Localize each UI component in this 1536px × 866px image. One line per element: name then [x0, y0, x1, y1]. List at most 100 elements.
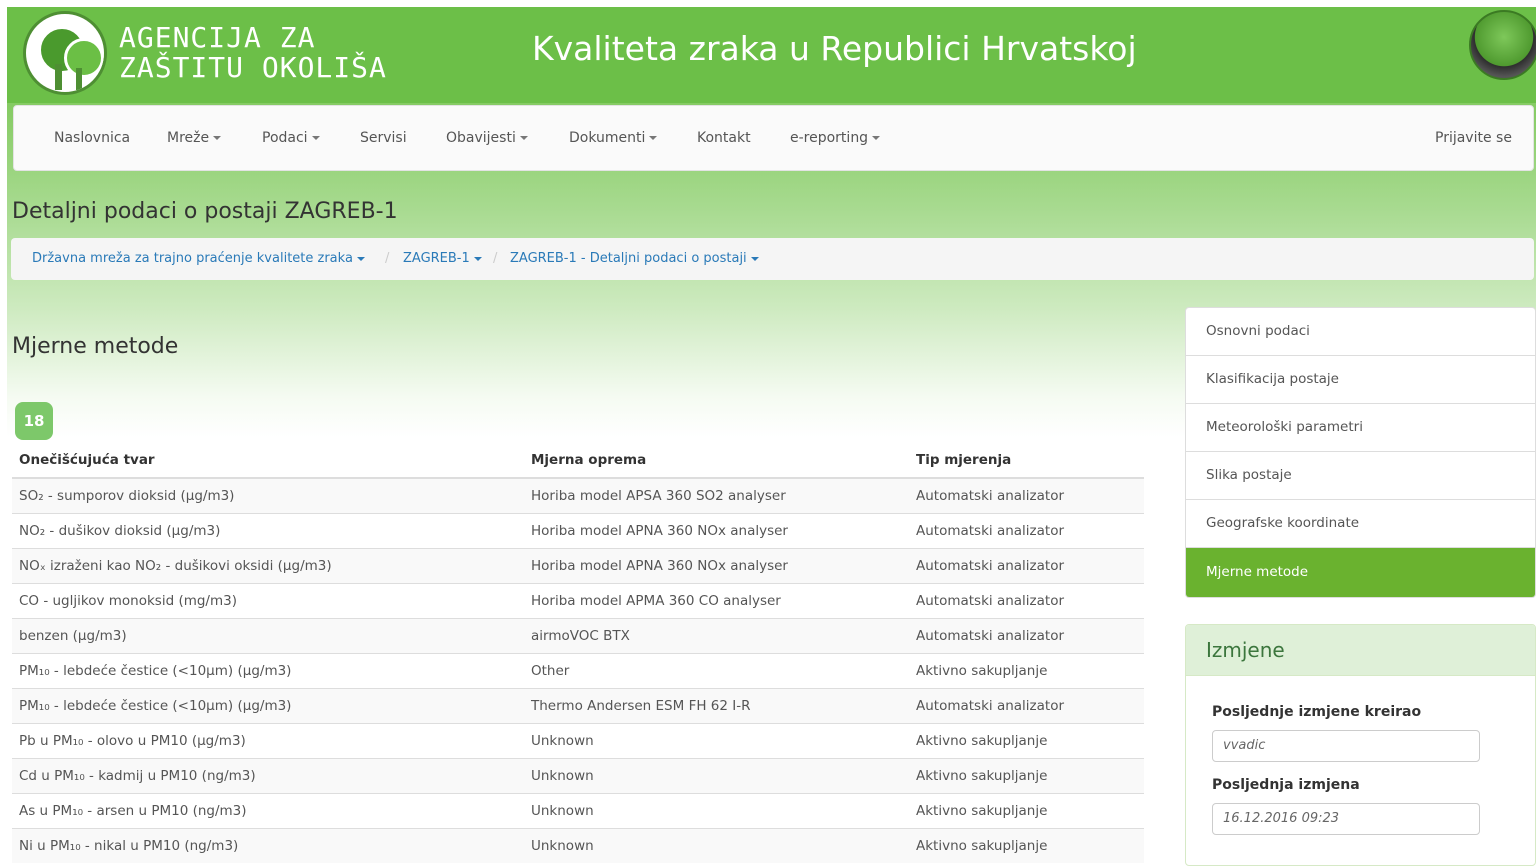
methods-table-body: SO₂ - sumporov dioksid (μg/m3) Horiba mod… [12, 477, 1144, 863]
cell-measurement-type: Automatski analizator [909, 548, 1144, 584]
nav-label: Servisi [360, 130, 407, 146]
cell-equipment: Other [524, 653, 909, 689]
breadcrumb-station[interactable]: ZAGREB-1 [403, 251, 482, 266]
breadcrumb: Državna mreža za trajno praćenje kvalite… [11, 238, 1534, 280]
cell-equipment: Unknown [524, 828, 909, 863]
last-change-field: 16.12.2016 09:23 [1212, 803, 1480, 835]
table-row: NO₂ - dušikov dioksid (μg/m3) Horiba mode… [12, 513, 1144, 549]
agency-logo-icon[interactable] [23, 11, 107, 95]
cell-measurement-type: Automatski analizator [909, 618, 1144, 654]
breadcrumb-separator: / [385, 251, 390, 266]
cell-pollutant: CO - ugljikov monoksid (mg/m3) [12, 583, 524, 619]
cell-measurement-type: Automatski analizator [909, 513, 1144, 549]
cell-pollutant: NO₂ - dušikov dioksid (μg/m3) [12, 513, 524, 549]
cell-equipment: Horiba model APSA 360 SO2 analyser [524, 477, 909, 514]
created-by-label: Posljednje izmjene kreirao [1212, 704, 1422, 720]
nav-mreze[interactable]: Mreže [167, 130, 222, 146]
caret-down-icon [519, 136, 528, 140]
side-menu-osnovni-podaci[interactable]: Osnovni podaci [1186, 308, 1535, 356]
cell-pollutant: Ni u PM₁₀ - nikal u PM10 (ng/m3) [12, 828, 524, 863]
cell-equipment: Horiba model APMA 360 CO analyser [524, 583, 909, 619]
nav-naslovnica[interactable]: Naslovnica [54, 130, 130, 146]
station-side-menu: Osnovni podaci Klasifikacija postaje Met… [1185, 307, 1536, 598]
cell-equipment: airmoVOC BTX [524, 618, 909, 654]
logo-trunk [55, 64, 62, 90]
side-menu-koordinate[interactable]: Geografske koordinate [1186, 500, 1535, 548]
cell-equipment: Thermo Andersen ESM FH 62 I-R [524, 688, 909, 724]
caret-down-icon [473, 256, 482, 261]
globe-icon [1469, 10, 1536, 80]
caret-down-icon [872, 136, 881, 140]
breadcrumb-network[interactable]: Državna mreža za trajno praćenje kvalite… [32, 251, 365, 266]
table-row: As u PM₁₀ - arsen u PM10 (ng/m3) Unknown A… [12, 793, 1144, 829]
table-row: PM₁₀ - lebdeće čestice (<10μm) (μg/m3) Ot… [12, 653, 1144, 689]
column-header-equipment[interactable]: Mjerna oprema [524, 443, 909, 479]
cell-measurement-type: Aktivno sakupljanje [909, 758, 1144, 794]
cell-measurement-type: Aktivno sakupljanje [909, 828, 1144, 863]
cell-measurement-type: Automatski analizator [909, 583, 1144, 619]
side-menu-klasifikacija[interactable]: Klasifikacija postaje [1186, 356, 1535, 404]
nav-podaci[interactable]: Podaci [262, 130, 320, 146]
table-row: NOₓ izraženi kao NO₂ - dušikovi oksidi (… [12, 548, 1144, 584]
cell-pollutant: Cd u PM₁₀ - kadmij u PM10 (ng/m3) [12, 758, 524, 794]
cell-pollutant: As u PM₁₀ - arsen u PM10 (ng/m3) [12, 793, 524, 829]
column-header-pollutant[interactable]: Onečišćujuća tvar [12, 443, 524, 479]
cell-pollutant: SO₂ - sumporov dioksid (μg/m3) [12, 477, 524, 514]
table-header-row: Onečišćujuća tvar Mjerna oprema Tip mjer… [12, 443, 1144, 479]
breadcrumb-label: ZAGREB-1 [403, 251, 470, 266]
site-header: AGENCIJA ZA ZAŠTITU OKOLIŠA Kvaliteta zr… [7, 7, 1536, 103]
cell-measurement-type: Aktivno sakupljanje [909, 793, 1144, 829]
table-row: Cd u PM₁₀ - kadmij u PM10 (ng/m3) Unknown… [12, 758, 1144, 794]
login-link[interactable]: Prijavite se [1435, 130, 1512, 146]
breadcrumb-station-details[interactable]: ZAGREB-1 - Detaljni podaci o postaji [510, 251, 759, 266]
cell-pollutant: Pb u PM₁₀ - olovo u PM10 (μg/m3) [12, 723, 524, 759]
table-row: SO₂ - sumporov dioksid (μg/m3) Horiba mod… [12, 477, 1144, 514]
changes-panel: Izmjene Posljednje izmjene kreirao vvadi… [1185, 624, 1536, 866]
page-title: Detaljni podaci o postaji ZAGREB-1 [12, 199, 398, 224]
cell-equipment: Unknown [524, 793, 909, 829]
nav-label: Naslovnica [54, 130, 131, 146]
agency-name[interactable]: AGENCIJA ZA ZAŠTITU OKOLIŠA [119, 23, 387, 83]
cell-equipment: Horiba model APNA 360 NOx analyser [524, 548, 909, 584]
logo-tree-icon [64, 38, 104, 78]
cell-measurement-type: Automatski analizator [909, 477, 1144, 514]
last-change-label: Posljednja izmjena [1212, 777, 1360, 793]
nav-label: Obavijesti [446, 130, 516, 146]
side-menu-meteoroloski[interactable]: Meteorološki parametri [1186, 404, 1535, 452]
main-navbar: Naslovnica Mreže Podaci Servisi Obavijes… [13, 105, 1534, 171]
cell-pollutant: NOₓ izraženi kao NO₂ - dušikovi oksidi (… [12, 548, 524, 584]
nav-label: Kontakt [697, 130, 751, 146]
nav-e-reporting[interactable]: e-reporting [790, 130, 881, 146]
cell-equipment: Unknown [524, 723, 909, 759]
cell-pollutant: PM₁₀ - lebdeće čestice (<10μm) (μg/m3) [12, 653, 524, 689]
cell-equipment: Unknown [524, 758, 909, 794]
site-title: Kvaliteta zraka u Republici Hrvatskoj [532, 29, 1137, 68]
nav-label: e-reporting [790, 130, 869, 146]
cell-pollutant: PM₁₀ - lebdeće čestice (<10μm) (μg/m3) [12, 688, 524, 724]
column-header-measurement-type[interactable]: Tip mjerenja [909, 443, 1144, 479]
cell-measurement-type: Aktivno sakupljanje [909, 723, 1144, 759]
table-row: PM₁₀ - lebdeće čestice (<10μm) (μg/m3) Th… [12, 688, 1144, 724]
agency-name-line2: ZAŠTITU OKOLIŠA [119, 51, 387, 84]
logo-trunk [76, 68, 82, 90]
nav-dokumenti[interactable]: Dokumenti [569, 130, 658, 146]
table-row: CO - ugljikov monoksid (mg/m3) Horiba mod… [12, 583, 1144, 619]
section-title: Mjerne metode [12, 334, 179, 359]
caret-down-icon [750, 256, 759, 261]
table-row: benzen (μg/m3) airmoVOC BTX Automatski ana… [12, 618, 1144, 654]
nav-label: Podaci [262, 130, 308, 146]
nav-obavijesti[interactable]: Obavijesti [446, 130, 528, 146]
breadcrumb-label: Državna mreža za trajno praćenje kvalite… [32, 251, 353, 266]
side-menu-slika-postaje[interactable]: Slika postaje [1186, 452, 1535, 500]
nav-servisi[interactable]: Servisi [360, 130, 407, 146]
created-by-field: vvadic [1212, 730, 1480, 762]
caret-down-icon [311, 136, 320, 140]
side-menu-mjerne-metode[interactable]: Mjerne metode [1186, 548, 1535, 597]
changes-panel-title: Izmjene [1186, 625, 1535, 676]
caret-down-icon [649, 136, 658, 140]
caret-down-icon [213, 136, 222, 140]
breadcrumb-label: ZAGREB-1 - Detaljni podaci o postaji [510, 251, 747, 266]
caret-down-icon [356, 256, 365, 261]
table-row: Pb u PM₁₀ - olovo u PM10 (μg/m3) Unknown A… [12, 723, 1144, 759]
nav-kontakt[interactable]: Kontakt [697, 130, 751, 146]
